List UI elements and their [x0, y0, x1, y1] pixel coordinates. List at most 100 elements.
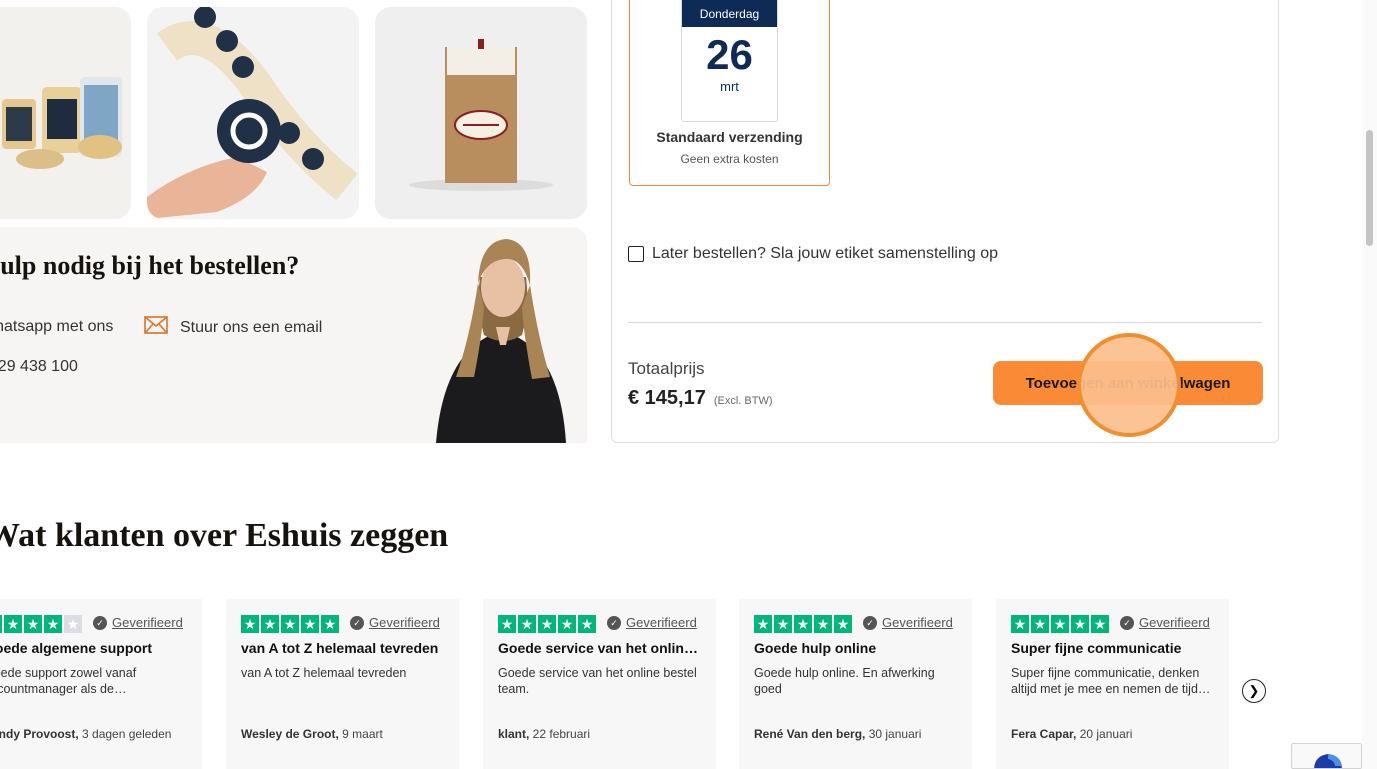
star-icon: ★ — [1091, 615, 1109, 633]
check-circle-icon: ✓ — [350, 615, 364, 630]
carousel-next-button[interactable]: ❯ — [1242, 679, 1266, 703]
verified-label: Geverifieerd — [112, 615, 183, 630]
recaptcha-badge[interactable] — [1291, 743, 1362, 769]
reviews-section-title: Wat klanten over Eshuis zeggen — [0, 517, 449, 554]
review-title: Goede service van het online bestel team — [498, 640, 703, 656]
total-price: € 145,17 — [628, 387, 706, 409]
verified-label: Geverifieerd — [1139, 615, 1210, 630]
star-icon: ★ — [1051, 615, 1069, 633]
shipping-option-label: Standaard verzending — [656, 129, 803, 145]
help-panel: Hulp nodig bij het bestellen? Whatsapp m… — [0, 227, 587, 443]
check-circle-icon: ✓ — [863, 615, 877, 630]
vat-note: (Excl. BTW) — [713, 395, 773, 407]
envelope-icon — [144, 316, 168, 339]
review-author: René Van den berg, — [754, 727, 866, 741]
review-body: Goede hulp online. En afwerking goed — [754, 666, 935, 696]
review-title: Goede hulp online — [754, 640, 877, 656]
review-title: Super fijne communicatie — [1011, 640, 1182, 656]
save-for-later-checkbox[interactable] — [628, 246, 644, 262]
shipping-option-standard[interactable]: Donderdag 26 mrt Standaard verzending Ge… — [629, 0, 830, 186]
star-icon: ★ — [498, 615, 516, 633]
star-icon: ★ — [1071, 615, 1089, 633]
product-photo-round-stickers[interactable] — [147, 7, 359, 219]
save-for-later-option[interactable]: Later bestellen? Sla jouw etiket samenst… — [628, 245, 998, 263]
review-title: van A tot Z helemaal tevreden — [241, 640, 439, 656]
review-meta: Sandy Provoost, 3 dagen geleden — [0, 727, 171, 741]
star-icon: ★ — [834, 615, 852, 633]
review-card[interactable]: ★ ★ ★ ★ ★ ✓ Geverifieerd Goede hulp online Goede… — [739, 599, 972, 769]
delivery-day-name: Donderdag — [682, 0, 777, 27]
review-stars: ★★★★★ — [498, 615, 596, 633]
scrollbar-thumb[interactable] — [1366, 130, 1373, 246]
whatsapp-link[interactable]: Whatsapp met ons — [0, 318, 113, 336]
total-price-row: € 145,17 (Excl. BTW) — [628, 387, 773, 410]
verified-badge[interactable]: ✓ Geverifieerd — [863, 615, 953, 630]
star-icon: ★ — [774, 615, 792, 633]
review-date: 9 maart — [338, 727, 383, 741]
verified-badge[interactable]: ✓ Geverifieerd — [607, 615, 697, 630]
review-meta: Fera Capar, 20 januari — [1011, 727, 1132, 741]
order-summary-card: Donderdag 26 mrt Standaard verzending Ge… — [611, 0, 1279, 443]
page-scrollbar[interactable] — [1362, 0, 1377, 769]
recaptcha-icon — [1314, 754, 1342, 768]
reviews-carousel: ★★★★★✓GeverifieerdGoede algemene support… — [0, 599, 1240, 769]
review-body: van A tot Z helemaal tevreden — [241, 666, 407, 680]
review-meta: René Van den berg, 30 januari — [754, 727, 921, 741]
review-author: Wesley de Groot, — [241, 727, 339, 741]
product-photo-roll-labels[interactable] — [0, 7, 131, 219]
review-author: Sandy Provoost, — [0, 727, 79, 741]
review-stars: ★★★★★ — [0, 615, 82, 633]
review-body: Goede support zowel vanaf accountmanager… — [0, 666, 137, 696]
review-body: Super fijne communicatie, denken altijd … — [1011, 666, 1211, 696]
phone-link[interactable]: 0529 438 100 — [0, 358, 78, 376]
star-icon: ★ — [301, 615, 319, 633]
star-icon: ★ — [64, 615, 82, 633]
email-link[interactable]: Stuur ons een email — [144, 316, 322, 339]
review-body: Goede service van het online bestel team… — [498, 666, 697, 696]
star-icon: ★ — [1031, 615, 1049, 633]
star-icon: ★ — [518, 615, 536, 633]
delivery-month: mrt — [720, 79, 739, 94]
review-stars: ★★★★★ — [241, 615, 339, 633]
check-circle-icon: ✓ — [1120, 615, 1134, 630]
star-icon: ★ — [558, 615, 576, 633]
email-link-label: Stuur ons een email — [180, 318, 323, 336]
support-agent-photo — [436, 239, 566, 443]
review-card[interactable]: ★ ★ ★ ★ ★ ✓ Geverifieerd Goede service van het … — [483, 599, 716, 769]
review-stars: ★★★★★ — [1011, 615, 1109, 633]
star-icon: ★ — [241, 615, 259, 633]
roll-labels-image — [0, 7, 131, 219]
review-card[interactable]: ★ ★ ★ ★ ★ ✓ Geverifieerd van A tot Z helemaal t… — [226, 599, 459, 769]
verified-label: Geverifieerd — [369, 615, 440, 630]
review-card[interactable]: ★★★★★ ✓ Geverifieerd Goede algemene support… — [0, 599, 202, 769]
star-icon: ★ — [44, 615, 62, 633]
star-icon: ★ — [578, 615, 596, 633]
review-author: klant, — [498, 727, 530, 741]
add-to-cart-button[interactable]: Toevoegen aan winkelwagen — [993, 361, 1263, 405]
delivery-date-calendar: Donderdag 26 mrt — [681, 0, 778, 122]
verified-badge[interactable]: ✓ Geverifieerd — [93, 615, 183, 630]
delivery-day-number: 26 — [706, 31, 753, 78]
paper-bag-image — [375, 7, 587, 219]
star-icon: ★ — [261, 615, 279, 633]
verified-badge[interactable]: ✓ Geverifieerd — [1120, 615, 1210, 630]
star-icon: ★ — [0, 615, 2, 633]
star-icon: ★ — [754, 615, 772, 633]
review-date: 20 januari — [1076, 727, 1133, 741]
star-icon: ★ — [794, 615, 812, 633]
review-title: Goede algemene support — [0, 640, 153, 656]
help-title: Hulp nodig bij het bestellen? — [0, 251, 300, 280]
star-icon: ★ — [538, 615, 556, 633]
product-photo-paper-bag[interactable] — [375, 7, 587, 219]
review-author: Fera Capar, — [1011, 727, 1077, 741]
verified-label: Geverifieerd — [626, 615, 697, 630]
check-circle-icon: ✓ — [93, 615, 107, 630]
star-icon: ★ — [814, 615, 832, 633]
verified-badge[interactable]: ✓ Geverifieerd — [350, 615, 440, 630]
round-stickers-image — [147, 7, 359, 219]
review-meta: Wesley de Groot, 9 maart — [241, 727, 383, 741]
shipping-option-sublabel: Geen extra kosten — [680, 152, 779, 166]
review-card[interactable]: ★ ★ ★ ★ ★ ✓ Geverifieerd Super fijne communicat… — [996, 599, 1229, 769]
chevron-right-icon: ❯ — [1248, 683, 1260, 698]
star-icon: ★ — [4, 615, 22, 633]
